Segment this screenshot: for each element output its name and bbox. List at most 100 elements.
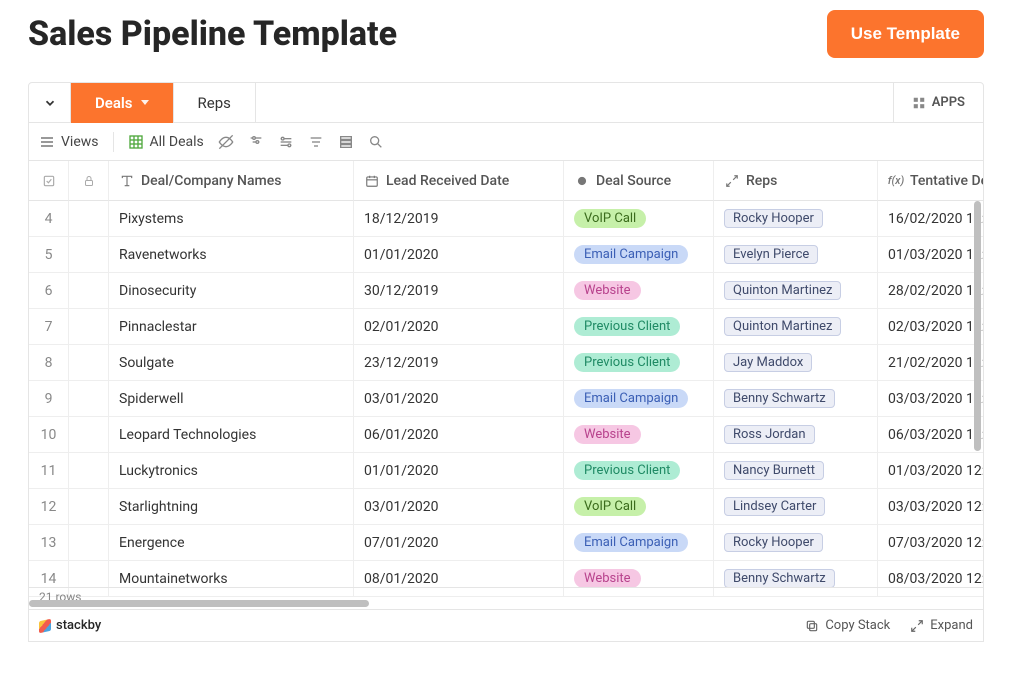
row-number[interactable]: 12	[29, 489, 69, 525]
cell-tentative[interactable]: 21/02/2020 12:00 A	[878, 345, 983, 381]
tab-deals[interactable]: Deals	[71, 83, 174, 123]
cell-rep[interactable]: Rocky Hooper	[714, 201, 878, 237]
cell-name[interactable]: Ravenetworks	[109, 237, 354, 273]
cell-tentative[interactable]: 01/03/2020 12:00 A	[878, 237, 983, 273]
cell-tentative[interactable]: 01/03/2020 12:00 A	[878, 453, 983, 489]
cell-source[interactable]: VoIP Call	[564, 201, 714, 237]
row-number[interactable]: 6	[29, 273, 69, 309]
cell-name[interactable]: Spiderwell	[109, 381, 354, 417]
row-number[interactable]: 5	[29, 237, 69, 273]
cell-source[interactable]: VoIP Call	[564, 489, 714, 525]
status-icon	[574, 173, 590, 189]
cell-rep[interactable]: Ross Jordan	[714, 417, 878, 453]
expand-label: Expand	[930, 618, 973, 633]
cell-name[interactable]: Dinosecurity	[109, 273, 354, 309]
cell-source[interactable]: Website	[564, 273, 714, 309]
row-number[interactable]: 7	[29, 309, 69, 345]
rep-chip: Rocky Hooper	[724, 209, 823, 228]
brand-logo[interactable]: stackby	[39, 618, 101, 633]
data-grid[interactable]: Deal/Company NamesLead Received DateDeal…	[29, 161, 983, 597]
cell-rep[interactable]: Jay Maddox	[714, 345, 878, 381]
cell-name[interactable]: Energence	[109, 525, 354, 561]
row-number[interactable]: 13	[29, 525, 69, 561]
column-header-lead_received[interactable]: Lead Received Date	[354, 161, 564, 201]
horizontal-scrollbar[interactable]	[29, 600, 369, 607]
cell-tentative[interactable]: 07/03/2020 12:00 A	[878, 525, 983, 561]
row-number[interactable]: 9	[29, 381, 69, 417]
cell-source[interactable]: Website	[564, 417, 714, 453]
use-template-button[interactable]: Use Template	[827, 10, 984, 58]
sort-button[interactable]	[308, 134, 324, 150]
cell-rep[interactable]: Rocky Hooper	[714, 525, 878, 561]
hide-fields-button[interactable]	[218, 134, 234, 150]
cell-source[interactable]: Previous Client	[564, 453, 714, 489]
source-pill: Email Campaign	[574, 533, 688, 552]
copy-stack-label: Copy Stack	[825, 618, 890, 633]
row-number[interactable]: 4	[29, 201, 69, 237]
cell-rep[interactable]: Quinton Martinez	[714, 309, 878, 345]
group-button[interactable]	[278, 134, 294, 150]
apps-label: APPS	[932, 95, 965, 110]
cell-lead-received[interactable]: 30/12/2019	[354, 273, 564, 309]
apps-button[interactable]: APPS	[893, 83, 983, 123]
cell-lead-received[interactable]: 01/01/2020	[354, 237, 564, 273]
hamburger-icon	[39, 134, 55, 150]
cell-tentative[interactable]: 03/03/2020 12:00 A	[878, 381, 983, 417]
column-header-name[interactable]: Deal/Company Names	[109, 161, 354, 201]
cell-rep[interactable]: Nancy Burnett	[714, 453, 878, 489]
apps-icon	[912, 96, 926, 110]
calendar-icon	[364, 173, 380, 189]
tab-label: Deals	[95, 94, 133, 112]
cell-tentative[interactable]: 06/03/2020 12:00 A	[878, 417, 983, 453]
cell-name[interactable]: Luckytronics	[109, 453, 354, 489]
source-pill: VoIP Call	[574, 209, 646, 228]
cell-source[interactable]: Email Campaign	[564, 381, 714, 417]
search-button[interactable]	[368, 134, 384, 150]
tables-menu-toggle[interactable]	[29, 83, 71, 123]
cell-source[interactable]: Email Campaign	[564, 237, 714, 273]
cell-lead-received[interactable]: 01/01/2020	[354, 453, 564, 489]
cell-name[interactable]: Pinnaclestar	[109, 309, 354, 345]
copy-stack-button[interactable]: Copy Stack	[805, 618, 890, 633]
row-number[interactable]: 8	[29, 345, 69, 381]
cell-lead-received[interactable]: 23/12/2019	[354, 345, 564, 381]
cell-rep[interactable]: Evelyn Pierce	[714, 237, 878, 273]
tab-reps[interactable]: Reps	[174, 83, 256, 123]
cell-name[interactable]: Pixystems	[109, 201, 354, 237]
vertical-scrollbar[interactable]	[974, 201, 981, 451]
cell-lead-received[interactable]: 02/01/2020	[354, 309, 564, 345]
expand-button[interactable]: Expand	[910, 618, 973, 633]
column-header-reps[interactable]: Reps	[714, 161, 878, 201]
rep-chip: Quinton Martinez	[724, 317, 841, 336]
row-lock-cell	[69, 489, 109, 525]
rep-chip: Benny Schwartz	[724, 569, 835, 588]
row-height-button[interactable]	[338, 134, 354, 150]
current-view-button[interactable]: All Deals	[128, 134, 204, 150]
cell-tentative[interactable]: 03/03/2020 12:00 A	[878, 489, 983, 525]
column-header-source[interactable]: Deal Source	[564, 161, 714, 201]
cell-name[interactable]: Leopard Technologies	[109, 417, 354, 453]
filter-button[interactable]	[248, 134, 264, 150]
row-number[interactable]: 10	[29, 417, 69, 453]
row-number[interactable]: 11	[29, 453, 69, 489]
cell-rep[interactable]: Quinton Martinez	[714, 273, 878, 309]
cell-lead-received[interactable]: 18/12/2019	[354, 201, 564, 237]
column-header-tentative[interactable]: f(x)Tentative Deal	[878, 161, 983, 201]
cell-lead-received[interactable]: 03/01/2020	[354, 489, 564, 525]
views-menu-button[interactable]: Views	[39, 134, 99, 150]
cell-source[interactable]: Previous Client	[564, 345, 714, 381]
cell-rep[interactable]: Lindsey Carter	[714, 489, 878, 525]
cell-source[interactable]: Email Campaign	[564, 525, 714, 561]
row-lock-cell	[69, 525, 109, 561]
cell-lead-received[interactable]: 03/01/2020	[354, 381, 564, 417]
cell-source[interactable]: Previous Client	[564, 309, 714, 345]
cell-tentative[interactable]: 16/02/2020 12:00 A	[878, 201, 983, 237]
cell-lead-received[interactable]: 07/01/2020	[354, 525, 564, 561]
cell-lead-received[interactable]: 06/01/2020	[354, 417, 564, 453]
cell-name[interactable]: Starlightning	[109, 489, 354, 525]
cell-tentative[interactable]: 02/03/2020 12:00 A	[878, 309, 983, 345]
cell-rep[interactable]: Benny Schwartz	[714, 381, 878, 417]
select-all-header[interactable]	[29, 161, 69, 201]
cell-name[interactable]: Soulgate	[109, 345, 354, 381]
cell-tentative[interactable]: 28/02/2020 12:00 A	[878, 273, 983, 309]
